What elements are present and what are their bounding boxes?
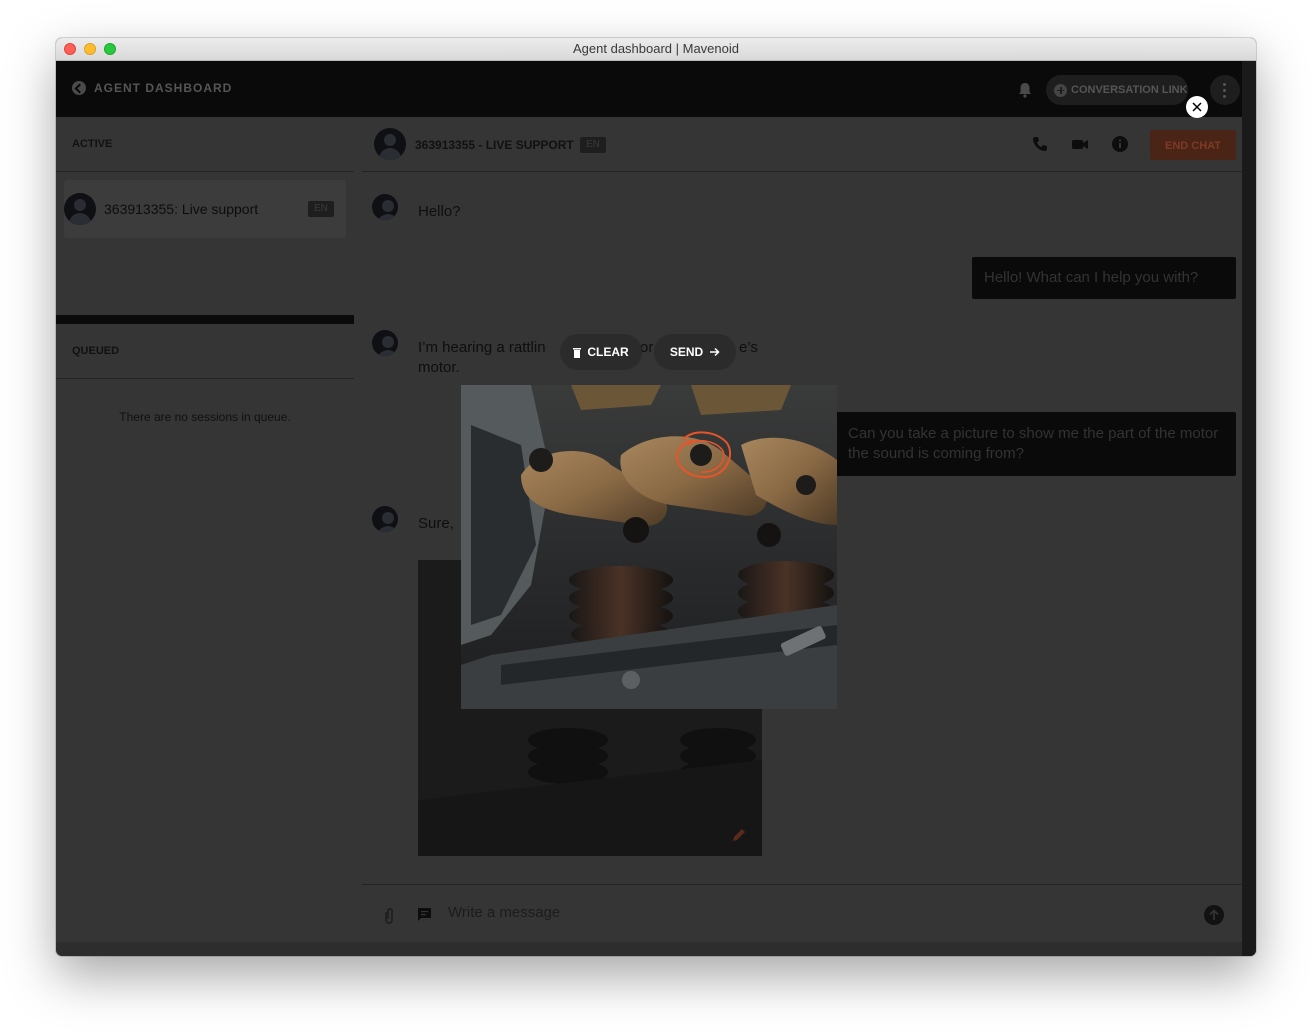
conversation-link-button[interactable]: CONVERSATION LINK	[1046, 75, 1188, 105]
sessions-sidebar: ACTIVE 363913355: Live support EN QUEUED…	[56, 117, 354, 942]
message-text: or	[640, 339, 654, 356]
session-item[interactable]: 363913355: Live support EN	[64, 180, 346, 238]
agent-message-bubble: Hello! What can I help you with?	[972, 257, 1236, 299]
message-composer	[362, 884, 1242, 943]
close-window-button[interactable]	[64, 43, 76, 55]
queued-panel-header: QUEUED	[56, 324, 354, 379]
language-badge: EN	[308, 201, 334, 217]
message-text: Hello?	[418, 203, 461, 220]
avatar	[374, 128, 406, 160]
send-arrow-icon[interactable]	[1204, 905, 1224, 925]
active-panel-header: ACTIVE	[56, 117, 354, 172]
back-label: AGENT DASHBOARD	[94, 81, 233, 95]
session-name: 363913355: Live support	[104, 201, 259, 217]
back-to-dashboard-link[interactable]: AGENT DASHBOARD	[72, 81, 232, 95]
attachment-icon[interactable]	[382, 907, 396, 925]
clear-annotation-button[interactable]: CLEAR	[560, 334, 642, 370]
clear-label: CLEAR	[587, 345, 629, 359]
active-panel: ACTIVE 363913355: Live support EN	[56, 117, 354, 315]
avatar	[64, 193, 96, 225]
send-label: SEND	[669, 345, 704, 359]
arrow-right-icon	[710, 347, 720, 357]
message-text: I’m hearing a rattlin	[418, 339, 546, 356]
app-window: Agent dashboard | Mavenoid AGENT DASHBOA…	[56, 38, 1256, 956]
avatar	[372, 194, 398, 220]
conversation-link-label: CONVERSATION LINK	[1071, 84, 1188, 96]
end-chat-button[interactable]: END CHAT	[1150, 130, 1236, 160]
message-text: motor.	[418, 359, 460, 376]
bell-icon[interactable]	[1016, 81, 1034, 99]
title-bar: Agent dashboard | Mavenoid	[56, 38, 1256, 61]
engine-photo-image	[461, 385, 837, 709]
pencil-icon[interactable]	[730, 826, 748, 844]
minimize-window-button[interactable]	[84, 43, 96, 55]
annotated-photo-preview[interactable]	[461, 385, 837, 709]
close-icon	[1192, 102, 1202, 112]
message-text: Can you take a picture to show me the pa…	[848, 425, 1219, 462]
chat-title: 363913355 - LIVE SUPPORT	[415, 138, 574, 152]
phone-icon[interactable]	[1031, 135, 1049, 153]
back-arrow-icon	[72, 81, 86, 95]
message-text: e’s	[739, 339, 758, 356]
chat-header: 363913355 - LIVE SUPPORT EN END CHAT	[362, 117, 1242, 172]
language-badge: EN	[580, 137, 606, 153]
window-edge	[1242, 61, 1256, 956]
queued-heading: QUEUED	[72, 345, 120, 357]
avatar	[372, 330, 398, 356]
avatar	[372, 506, 398, 532]
chat-bubble-icon	[418, 908, 431, 921]
kebab-menu-icon[interactable]	[1210, 75, 1240, 105]
message-text: Sure,	[418, 515, 454, 532]
empty-queue-text: There are no sessions in queue.	[119, 410, 291, 424]
send-annotation-button[interactable]: SEND	[654, 334, 736, 370]
plus-circle-icon	[1054, 83, 1067, 97]
close-overlay-button[interactable]	[1186, 96, 1208, 118]
window-title: Agent dashboard | Mavenoid	[573, 41, 739, 56]
info-icon[interactable]	[1111, 135, 1129, 153]
queued-panel: QUEUED There are no sessions in queue.	[56, 324, 354, 942]
active-heading: ACTIVE	[72, 138, 113, 150]
zoom-window-button[interactable]	[104, 43, 116, 55]
trash-icon	[573, 347, 582, 358]
video-icon[interactable]	[1071, 135, 1089, 153]
top-bar: AGENT DASHBOARD CONVERSATION LINK	[56, 61, 1242, 117]
message-text: Hello! What can I help you with?	[984, 269, 1199, 286]
message-input[interactable]	[446, 903, 1150, 922]
agent-message-bubble: Can you take a picture to show me the pa…	[832, 412, 1236, 476]
